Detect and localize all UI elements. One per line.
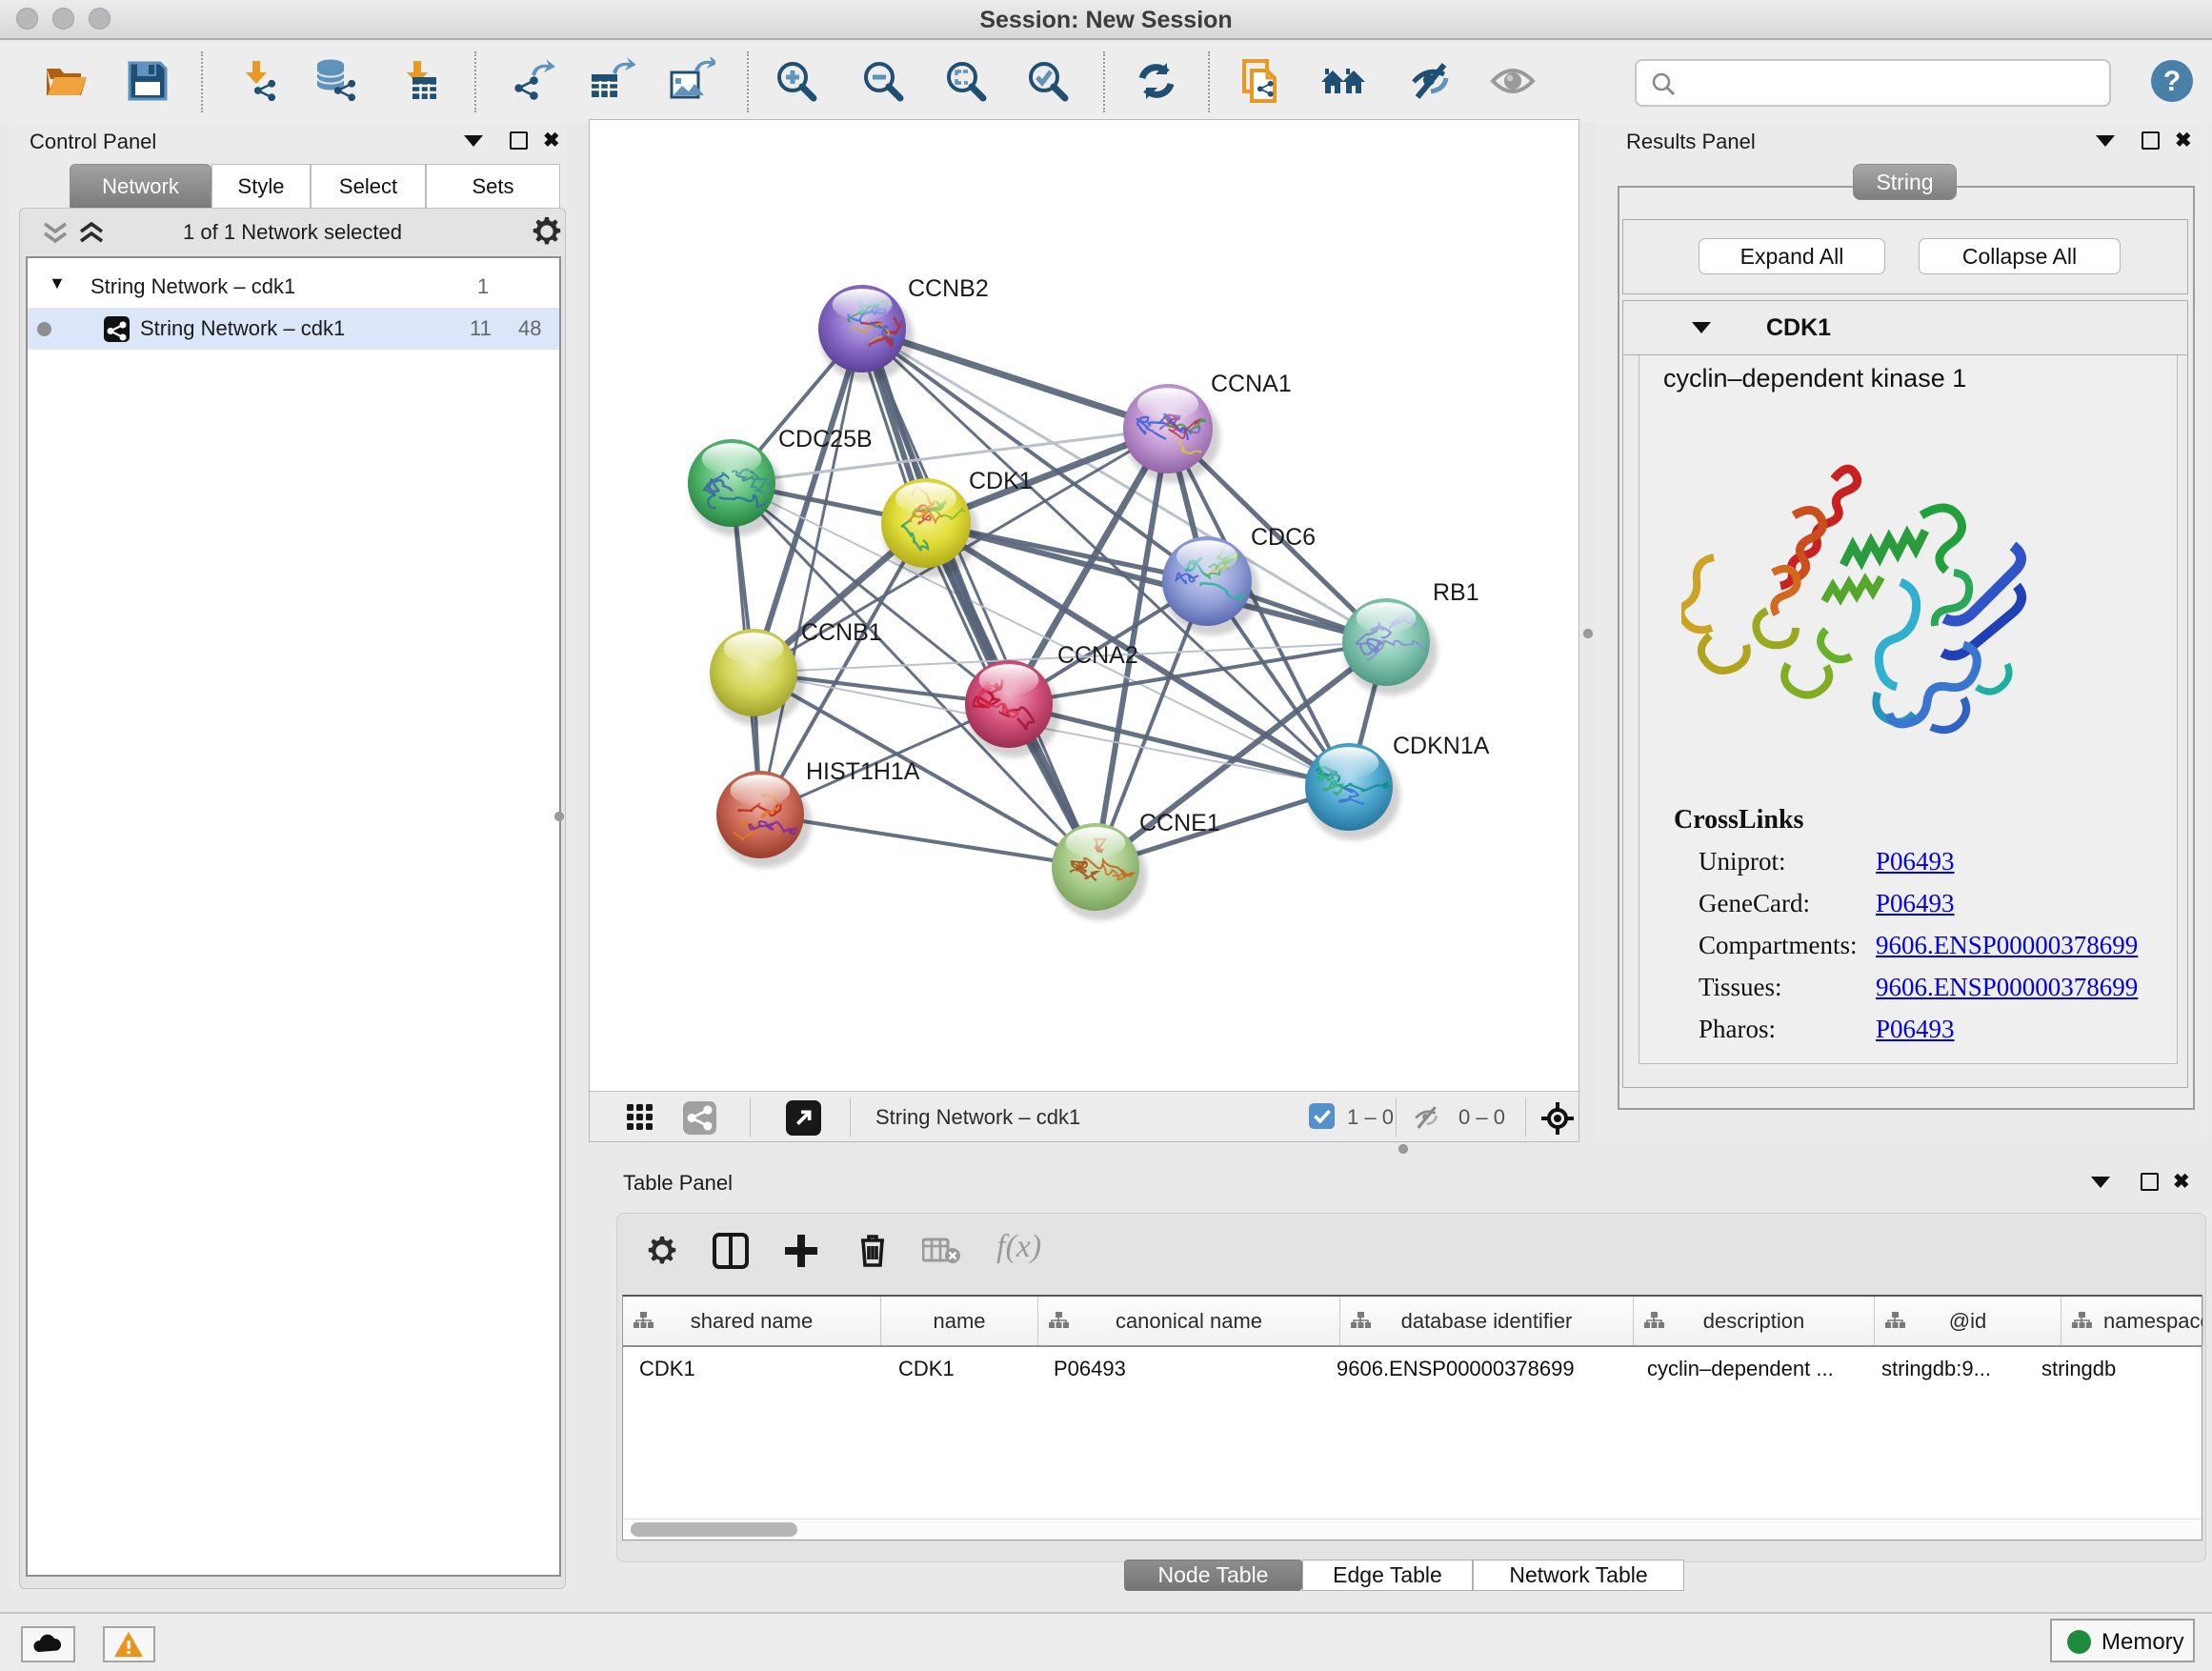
- svg-text:CDC6: CDC6: [1251, 524, 1316, 551]
- svg-text:CCNE1: CCNE1: [1139, 810, 1220, 836]
- svg-text:CCNB1: CCNB1: [801, 619, 882, 646]
- svg-text:?: ?: [2163, 66, 2181, 97]
- svg-text:RB1: RB1: [1433, 579, 1479, 606]
- svg-text:CDKN1A: CDKN1A: [1393, 733, 1490, 759]
- svg-text:CDC25B: CDC25B: [778, 426, 873, 453]
- svg-text:HIST1H1A: HIST1H1A: [806, 758, 920, 785]
- svg-text:CDK1: CDK1: [969, 468, 1033, 494]
- svg-text:CCNA1: CCNA1: [1211, 371, 1292, 397]
- svg-text:CCNA2: CCNA2: [1057, 642, 1138, 669]
- svg-text:CCNB2: CCNB2: [908, 275, 989, 302]
